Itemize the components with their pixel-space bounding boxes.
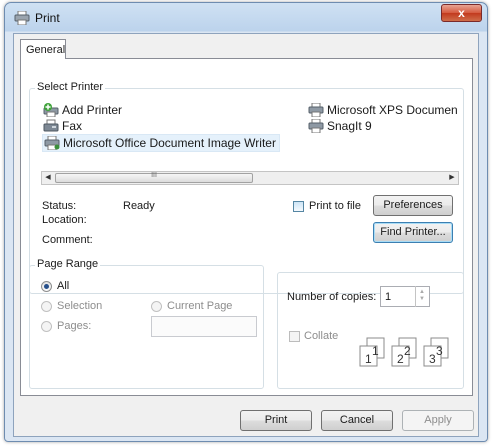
- close-icon: x: [458, 6, 465, 20]
- comment-label: Comment:: [42, 234, 93, 246]
- print-dialog: Print x General Select Printer Add Print…: [4, 2, 488, 442]
- print-to-file-checkbox[interactable]: [293, 201, 304, 212]
- printer-name: SnagIt 9: [327, 119, 372, 133]
- add-printer-icon: [43, 103, 59, 117]
- collate-page-number: 3: [429, 352, 436, 366]
- collate-page-number: 2: [397, 352, 404, 366]
- location-label: Location:: [42, 214, 87, 226]
- printer-item-snagit[interactable]: SnagIt 9: [308, 119, 372, 133]
- pages-input[interactable]: [151, 316, 257, 337]
- scroll-grip-icon: III: [151, 172, 157, 179]
- stepper-down-icon[interactable]: ▼: [419, 296, 425, 302]
- window-title: Print: [35, 11, 60, 25]
- page-range-pages-label[interactable]: Pages:: [57, 320, 91, 332]
- close-button[interactable]: x: [441, 4, 482, 22]
- collate-page-number: 2: [404, 344, 411, 358]
- tab-general-label: General: [26, 44, 66, 56]
- printer-icon: [44, 136, 60, 150]
- status-value: Ready: [123, 200, 155, 212]
- page-range-pages-radio[interactable]: [41, 321, 52, 332]
- page-range-selection-label[interactable]: Selection: [57, 300, 102, 312]
- page-range-label: Page Range: [35, 258, 101, 270]
- copies-input[interactable]: 1 ▲ ▼: [380, 286, 430, 307]
- scroll-left-icon[interactable]: ◀: [42, 172, 54, 184]
- print-button[interactable]: Print: [240, 410, 312, 431]
- scroll-right-icon[interactable]: ▶: [446, 172, 458, 184]
- dialog-client-area: General Select Printer Add Printer Fax M…: [13, 33, 479, 437]
- copies-input-value: 1: [385, 291, 392, 303]
- select-printer-label: Select Printer: [35, 81, 106, 93]
- collate-checkbox[interactable]: [289, 331, 300, 342]
- find-printer-button[interactable]: Find Printer...: [373, 222, 453, 243]
- print-to-file-label[interactable]: Print to file: [309, 200, 361, 212]
- printer-name: Microsoft Office Document Image Writer: [63, 136, 276, 150]
- apply-button[interactable]: Apply: [402, 410, 474, 431]
- printer-item-add-printer[interactable]: Add Printer: [43, 103, 122, 117]
- printer-icon: [308, 119, 324, 133]
- printer-name: Microsoft XPS Documen: [327, 103, 458, 117]
- stepper-up-icon[interactable]: ▲: [419, 289, 425, 295]
- fax-printer-icon: [43, 119, 59, 132]
- printer-list-scrollbar[interactable]: ◀ III ▶: [41, 171, 459, 185]
- tab-general[interactable]: General: [20, 39, 66, 59]
- collate-page-number: 1: [372, 344, 379, 358]
- printer-name: Add Printer: [62, 103, 123, 117]
- status-label: Status:: [42, 200, 77, 212]
- page-range-current-page-radio[interactable]: [151, 301, 162, 312]
- printer-name: Fax: [62, 119, 83, 133]
- page-range-all-radio[interactable]: [41, 281, 52, 292]
- printer-item-fax[interactable]: Fax: [43, 119, 82, 133]
- cancel-button[interactable]: Cancel: [321, 410, 393, 431]
- page-range-selection-radio[interactable]: [41, 301, 52, 312]
- scrollbar-thumb[interactable]: III: [55, 172, 253, 183]
- number-of-copies-label: Number of copies:: [287, 291, 377, 303]
- title-bar[interactable]: Print x: [5, 3, 487, 33]
- collate-label[interactable]: Collate: [304, 330, 338, 342]
- copies-stepper[interactable]: ▲ ▼: [415, 286, 429, 307]
- printer-icon: [14, 11, 30, 25]
- preferences-button[interactable]: Preferences: [373, 195, 453, 216]
- general-tab-panel: Select Printer Add Printer Fax Microsoft…: [20, 58, 473, 396]
- page-range-current-page-label[interactable]: Current Page: [167, 300, 232, 312]
- collate-pages-icon: 1 1 2 2 3 3: [359, 337, 449, 367]
- page-range-all-label[interactable]: All: [57, 280, 69, 292]
- collate-page-number: 1: [365, 352, 372, 366]
- printer-icon: [308, 103, 324, 117]
- printer-item-ms-office-image-writer[interactable]: Microsoft Office Document Image Writer: [42, 134, 280, 152]
- collate-page-number: 3: [436, 344, 443, 358]
- printer-item-ms-xps[interactable]: Microsoft XPS Documen: [308, 103, 460, 117]
